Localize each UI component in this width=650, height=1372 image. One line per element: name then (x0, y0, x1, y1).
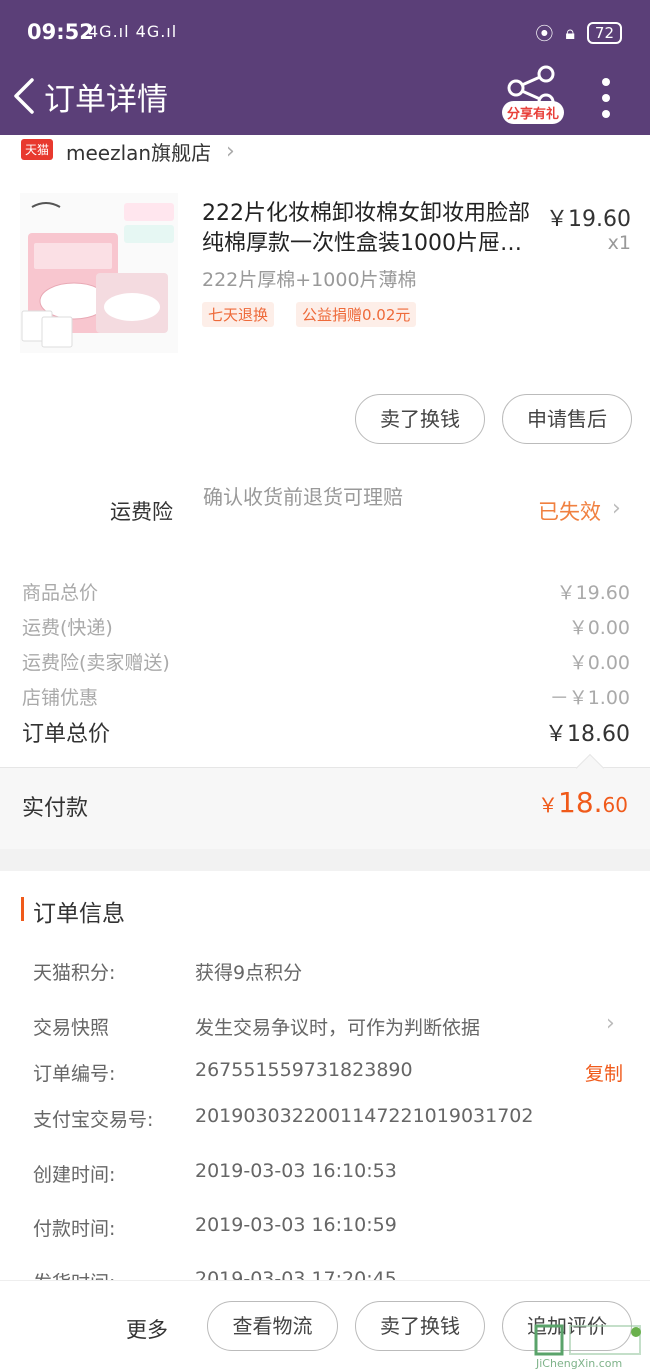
product-quantity: x1 (607, 232, 631, 254)
share-reward-label[interactable]: 分享有礼 (502, 101, 565, 124)
apply-after-sale-button[interactable]: 申请售后 (502, 394, 632, 444)
product-price: ￥19.60 (546, 207, 631, 232)
info-value: 2019-03-03 16:10:53 (195, 1160, 397, 1182)
currency-symbol: ￥ (538, 793, 559, 817)
payment-integer: 18. (558, 786, 603, 819)
shipping-insurance-status[interactable]: 已失效 (538, 496, 601, 526)
view-logistics-button[interactable]: 查看物流 (207, 1301, 338, 1351)
more-button[interactable]: 更多 (126, 1314, 168, 1344)
shipping-insurance-description: 确认收货前退货可理赔 (203, 485, 403, 509)
store-name: meezlan旗舰店 (66, 141, 212, 165)
fee-label: 运费险(卖家赠送) (22, 652, 170, 674)
fee-value: －￥1.00 (549, 687, 630, 709)
fee-row-item-total: 商品总价 ￥19.60 (22, 578, 630, 605)
watermark-text: JiChengXin.com (536, 1357, 623, 1370)
fee-value: ￥0.00 (568, 652, 630, 674)
store-row[interactable]: 天猫 meezlan旗舰店 › (0, 135, 650, 175)
tmall-badge: 天猫 (21, 139, 54, 160)
fee-label: 运费(快递) (22, 617, 113, 639)
notch-decoration (575, 753, 605, 783)
status-time: 09:52 (27, 20, 94, 44)
battery-icon: 72 (586, 22, 622, 44)
fee-label: 商品总价 (22, 582, 99, 604)
sell-for-cash-bottom-button[interactable]: 卖了换钱 (355, 1301, 485, 1351)
fee-value: ￥19.60 (556, 582, 630, 604)
info-key: 创建时间: (33, 1164, 116, 1186)
info-value: 发生交易争议时，可作为判断依据 (195, 1017, 481, 1039)
actual-payment-box: 实付款 ￥18.60 (0, 753, 650, 849)
fee-row-shipping: 运费(快递) ￥0.00 (22, 613, 630, 640)
actual-payment-value: ￥18.60 (538, 786, 628, 819)
chevron-right-icon[interactable]: › (612, 496, 621, 521)
more-vertical-icon[interactable] (598, 76, 614, 120)
info-key: 交易快照 (33, 1017, 110, 1039)
copy-order-number-button[interactable]: 复制 (585, 1059, 623, 1086)
fee-row-store-discount: 店铺优惠 －￥1.00 (22, 683, 630, 710)
info-key: 天猫积分: (33, 962, 116, 984)
fee-label: 店铺优惠 (22, 687, 99, 709)
payment-decimal: 60 (602, 793, 628, 817)
lock-icon: 🔒︎ (565, 22, 575, 44)
info-value: 获得9点积分 (195, 962, 303, 984)
title-bar: 订单详情 分享有礼 (0, 62, 650, 135)
section-accent-bar (21, 897, 24, 921)
info-key: 付款时间: (33, 1218, 116, 1240)
signal-icon: 4G.ıl 4G.ıl (88, 22, 178, 41)
info-key: 订单编号: (33, 1063, 116, 1085)
page-title: 订单详情 (44, 82, 168, 118)
tag-seven-day-return: 七天退换 (202, 302, 275, 327)
chevron-right-icon: › (226, 139, 235, 164)
back-arrow-icon[interactable] (10, 76, 40, 116)
product-image[interactable] (20, 193, 178, 353)
product-sku: 222片厚棉+1000片薄棉 (202, 269, 417, 291)
status-bar: 09:52 4G.ıl 4G.ıl ⦿ 🔒︎ 72 (0, 0, 650, 62)
fee-value: ￥0.00 (568, 617, 630, 639)
info-key: 支付宝交易号: (33, 1109, 154, 1131)
product-title[interactable]: 222片化妆棉卸妆棉女卸妆用脸部纯棉厚款一次性盒装1000片屉… (202, 199, 547, 259)
status-right: ⦿ 🔒︎ 72 (535, 20, 622, 46)
chevron-right-icon[interactable]: › (606, 1011, 615, 1036)
fee-row-shipping-insurance: 运费险(卖家赠送) ￥0.00 (22, 648, 630, 675)
tag-charity-donation: 公益捐赠0.02元 (296, 302, 417, 327)
shipping-insurance-label: 运费险 (110, 500, 173, 524)
actual-payment-label: 实付款 (22, 796, 89, 821)
order-total-value: ￥18.60 (545, 722, 630, 747)
info-value: 2019-03-03 16:10:59 (195, 1214, 397, 1236)
order-info-title: 订单信息 (33, 901, 125, 927)
sell-for-cash-button[interactable]: 卖了换钱 (355, 394, 485, 444)
vibrate-icon: ⦿ (535, 24, 554, 45)
info-value: 2019030322001147221019031702 (195, 1105, 534, 1127)
order-total-label: 订单总价 (22, 722, 111, 747)
product-image-illustration (20, 193, 178, 353)
section-divider (0, 849, 650, 871)
info-value: 267551559731823890 (195, 1059, 413, 1081)
order-total-row: 订单总价 ￥18.60 (22, 716, 630, 748)
